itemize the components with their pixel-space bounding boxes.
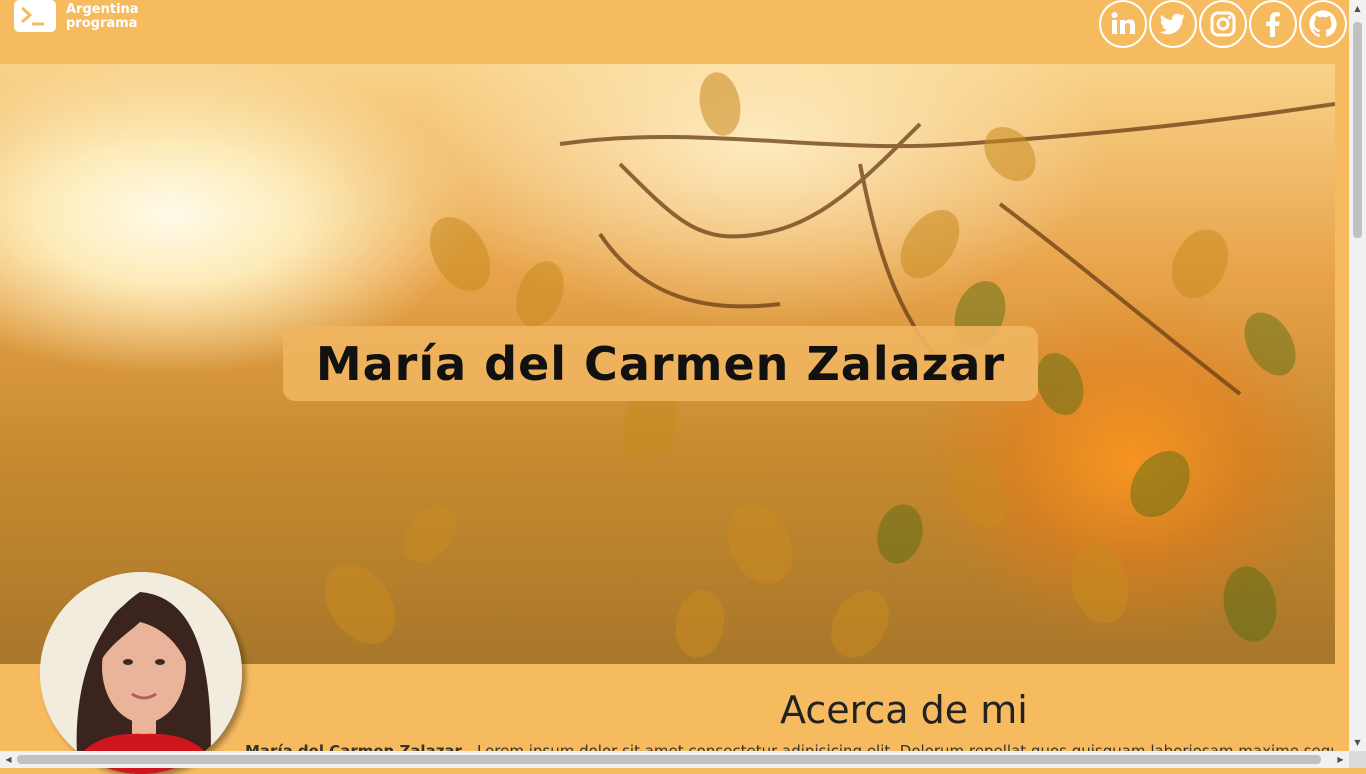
horizontal-scrollbar[interactable]: ◀ ▶ [0,751,1349,768]
horizontal-scroll-thumb[interactable] [17,755,1321,764]
scroll-left-arrow-icon[interactable]: ◀ [0,751,17,768]
twitter-icon[interactable] [1149,0,1197,48]
scrollbar-corner [1349,751,1366,768]
vertical-scroll-thumb[interactable] [1353,22,1362,238]
linkedin-icon[interactable] [1099,0,1147,48]
avatar [40,572,242,774]
github-icon[interactable] [1299,0,1347,48]
hero-title: María del Carmen Zalazar [315,336,1006,391]
site-header: Argentina programa [0,0,1349,64]
terminal-prompt-icon [14,0,56,32]
hero-title-box: María del Carmen Zalazar [283,326,1038,401]
profile-photo [40,572,242,774]
instagram-icon[interactable] [1199,0,1247,48]
vertical-scrollbar[interactable]: ▲ ▼ [1349,0,1366,751]
about-title: Acerca de mi [780,688,1028,732]
social-links [1099,0,1347,48]
logo-line-1: Argentina [66,2,139,17]
scroll-up-arrow-icon[interactable]: ▲ [1349,0,1366,17]
scroll-right-arrow-icon[interactable]: ▶ [1332,751,1349,768]
argentina-programa-logo[interactable]: Argentina programa [14,0,139,32]
scroll-down-arrow-icon[interactable]: ▼ [1349,734,1366,751]
logo-text: Argentina programa [66,3,139,31]
facebook-icon[interactable] [1249,0,1297,48]
hero-banner: María del Carmen Zalazar [0,64,1335,664]
logo-line-2: programa [66,16,138,31]
